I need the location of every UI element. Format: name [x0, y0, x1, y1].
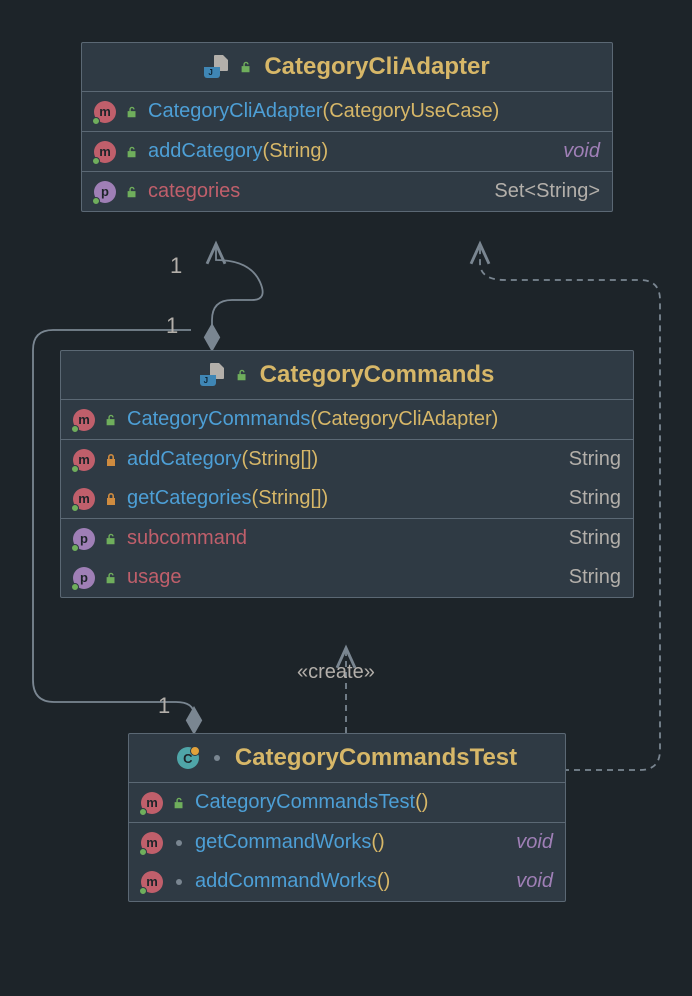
member-signature: subcommand	[127, 527, 247, 550]
class-body: m CategoryCommandsTest() m getCommandWor…	[129, 783, 565, 901]
unlock-icon	[234, 367, 250, 383]
member-row: p usage String	[61, 558, 633, 597]
member-row: m getCommandWorks() void	[129, 822, 565, 862]
member-signature: categories	[148, 180, 240, 203]
package-private-icon	[209, 750, 225, 766]
method-icon: m	[73, 449, 95, 471]
return-type: Set<String>	[494, 180, 600, 203]
member-signature: addCommandWorks()	[195, 870, 390, 893]
multiplicity-1: 1	[158, 693, 170, 719]
member-signature: CategoryCommandsTest()	[195, 791, 428, 814]
lock-icon	[103, 491, 119, 507]
member-row: p categories Set<String>	[82, 171, 612, 211]
unlock-icon	[238, 59, 254, 75]
class-category-commands: J CategoryCommands m CategoryCommands(Ca…	[60, 350, 634, 598]
edge-commands-to-adapter	[212, 244, 263, 350]
return-type: void	[516, 870, 553, 893]
method-icon: m	[94, 101, 116, 123]
unlock-icon	[103, 412, 119, 428]
member-row: m getCategories(String[]) String	[61, 479, 633, 518]
package-private-icon	[171, 835, 187, 851]
class-body: m CategoryCliAdapter(CategoryUseCase) m …	[82, 92, 612, 211]
member-row: m addCategory(String[]) String	[61, 439, 633, 479]
class-header: J CategoryCommands	[61, 351, 633, 400]
method-icon: m	[73, 488, 95, 510]
method-icon: m	[141, 832, 163, 854]
member-signature: addCategory(String)	[148, 140, 328, 163]
return-type: void	[563, 140, 600, 163]
member-signature: usage	[127, 566, 182, 589]
return-type: String	[569, 487, 621, 510]
property-icon: p	[73, 528, 95, 550]
unlock-icon	[124, 104, 140, 120]
multiplicity-1: 1	[170, 253, 182, 279]
member-signature: CategoryCommands(CategoryCliAdapter)	[127, 408, 498, 431]
unlock-icon	[124, 144, 140, 160]
member-row: m addCategory(String) void	[82, 131, 612, 171]
unlock-icon	[103, 531, 119, 547]
member-row: p subcommand String	[61, 518, 633, 558]
member-row: m CategoryCommands(CategoryCliAdapter)	[61, 400, 633, 439]
member-signature: addCategory(String[])	[127, 448, 318, 471]
class-category-cli-adapter: J CategoryCliAdapter m CategoryCliAdapte…	[81, 42, 613, 212]
unlock-icon	[103, 570, 119, 586]
method-icon: m	[73, 409, 95, 431]
method-icon: m	[141, 871, 163, 893]
java-class-icon: J	[204, 57, 228, 77]
lock-icon	[103, 452, 119, 468]
property-icon: p	[94, 181, 116, 203]
class-title: CategoryCommands	[260, 361, 495, 389]
multiplicity-1: 1	[166, 313, 178, 339]
method-icon: m	[94, 141, 116, 163]
class-body: m CategoryCommands(CategoryCliAdapter) m…	[61, 400, 633, 597]
class-title: CategoryCommandsTest	[235, 744, 517, 772]
unlock-icon	[124, 184, 140, 200]
unlock-icon	[171, 795, 187, 811]
stereotype-create: «create»	[297, 661, 375, 684]
member-row: m CategoryCliAdapter(CategoryUseCase)	[82, 92, 612, 131]
member-row: m addCommandWorks() void	[129, 862, 565, 901]
class-header: J CategoryCliAdapter	[82, 43, 612, 92]
member-row: m CategoryCommandsTest()	[129, 783, 565, 822]
return-type: void	[516, 831, 553, 854]
class-title: CategoryCliAdapter	[264, 53, 489, 81]
member-signature: getCategories(String[])	[127, 487, 328, 510]
class-category-commands-test: C CategoryCommandsTest m CategoryCommand…	[128, 733, 566, 902]
test-class-icon: C	[177, 747, 199, 769]
method-icon: m	[141, 792, 163, 814]
java-class-icon: J	[200, 365, 224, 385]
package-private-icon	[171, 874, 187, 890]
return-type: String	[569, 448, 621, 471]
member-signature: CategoryCliAdapter(CategoryUseCase)	[148, 100, 499, 123]
class-header: C CategoryCommandsTest	[129, 734, 565, 783]
return-type: String	[569, 566, 621, 589]
member-signature: getCommandWorks()	[195, 831, 385, 854]
return-type: String	[569, 527, 621, 550]
property-icon: p	[73, 567, 95, 589]
